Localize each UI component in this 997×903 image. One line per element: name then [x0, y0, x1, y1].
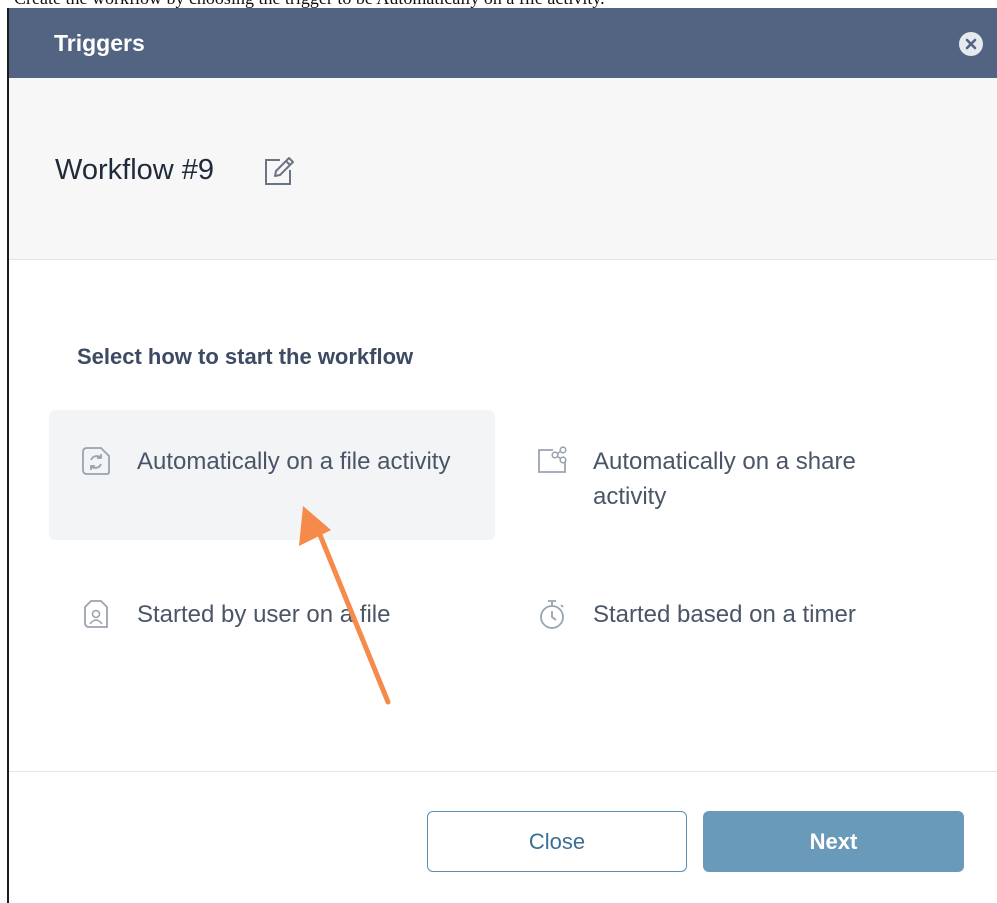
trigger-option-user-file[interactable]: Started by user on a file	[49, 563, 495, 663]
trigger-section-heading: Select how to start the workflow	[77, 344, 414, 369]
trigger-option-label: Started by user on a file	[137, 601, 391, 628]
trigger-option-file-activity[interactable]: Automatically on a file activity	[49, 410, 495, 540]
trigger-option-label: Automatically on a file activity	[137, 448, 451, 475]
page-caption-fragment: Create the workflow by choosing the trig…	[14, 0, 605, 8]
share-icon	[535, 444, 569, 478]
edit-icon[interactable]	[260, 152, 298, 190]
next-button[interactable]: Next	[703, 811, 964, 872]
close-button[interactable]: Close	[427, 811, 687, 872]
file-sync-icon	[79, 444, 113, 478]
close-circle-icon[interactable]	[959, 32, 983, 56]
trigger-option-label: Started based on a timer	[593, 601, 856, 628]
footer-divider	[9, 771, 997, 772]
user-file-icon	[79, 597, 113, 631]
page-caption-strip: Create the workflow by choosing the trig…	[0, 0, 997, 8]
workflow-name-section: Workflow #9	[9, 78, 997, 260]
trigger-option-label: Automatically on a share activity	[593, 448, 856, 510]
dialog-title-bar: Triggers	[9, 8, 997, 78]
dialog-title: Triggers	[54, 30, 145, 56]
timer-icon	[535, 597, 569, 631]
trigger-option-share-activity[interactable]: Automatically on a share activity	[505, 410, 951, 540]
triggers-dialog: Triggers Workflow #9 Select how to start…	[7, 8, 997, 903]
trigger-option-timer[interactable]: Started based on a timer	[505, 563, 951, 663]
workflow-name: Workflow #9	[55, 154, 215, 186]
